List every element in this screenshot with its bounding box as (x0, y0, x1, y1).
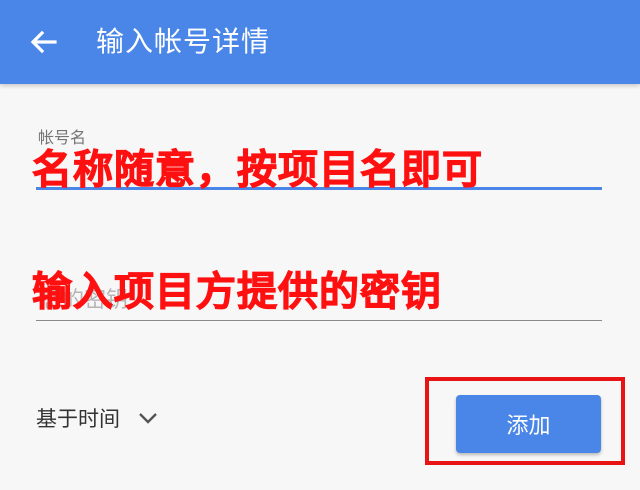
chevron-down-icon (139, 413, 157, 424)
key-type-selected: 基于时间 (36, 407, 120, 431)
page-title: 输入帐号详情 (96, 25, 271, 58)
annotation-name-hint: 名称随意，按项目名即可 (32, 147, 483, 194)
app-bar: 输入帐号详情 (0, 0, 640, 84)
annotation-key-hint: 输入项目方提供的密钥 (32, 269, 442, 316)
key-underline (36, 320, 602, 321)
account-name-label: 帐号名 (38, 128, 87, 147)
add-button[interactable]: 添加 (456, 395, 601, 453)
arrow-left-icon (30, 30, 57, 54)
back-button[interactable] (22, 20, 66, 64)
key-type-dropdown[interactable]: 基于时间 (36, 398, 162, 438)
